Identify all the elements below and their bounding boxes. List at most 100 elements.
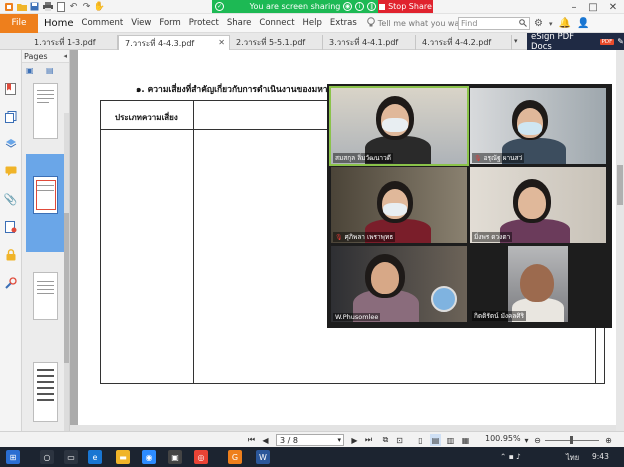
notification-bell-icon[interactable]: 🔔 <box>558 18 570 29</box>
video-tile[interactable]: สมสกุล ลิ่มวัฒนาวดี <box>329 86 469 166</box>
video-tile[interactable]: 🎙 อรุณัฐ ผานสว่ <box>470 88 606 164</box>
screen-share-status-text: You are screen sharing <box>249 2 341 11</box>
video-tile[interactable]: 🎙 ศุภิพลา เพราพุทธ <box>331 167 467 243</box>
zoom-slider-knob[interactable] <box>570 436 573 444</box>
dropdown-icon[interactable]: ▾ <box>549 20 553 28</box>
video-tile[interactable]: W.Phusomlee <box>331 246 467 322</box>
tab-document-active[interactable]: 7.วาระที่ 4-4.3.pdf ✕ <box>118 35 230 50</box>
share-pause-icon[interactable]: ∥ <box>367 2 376 11</box>
menu-home[interactable]: Home <box>40 18 78 29</box>
tab-label: 2.วาระที่ 5-5.1.pdf <box>236 38 306 47</box>
menu-extras[interactable]: Extras <box>326 18 361 28</box>
task-view-icon[interactable]: ▭ <box>64 450 78 464</box>
page-thumbnail[interactable] <box>33 272 58 320</box>
page-number-input[interactable]: 3 / 8 ▾ <box>276 434 344 446</box>
participant-name: สมสกุล ลิ่มวัฒนาวดี <box>333 153 393 163</box>
word-app-icon[interactable]: W <box>256 450 270 464</box>
share-info-icon[interactable]: i <box>355 2 364 11</box>
single-page-view-icon[interactable]: ▯ <box>415 434 426 446</box>
bookmark-panel-icon[interactable] <box>3 82 18 96</box>
thumbnail-delete-icon[interactable]: ▤ <box>46 66 54 75</box>
zoom-in-icon[interactable]: ⊕ <box>603 434 614 446</box>
screen-share-status[interactable]: ✓ You are screen sharing ◉ i ∥ <box>212 0 378 13</box>
page-thumbnail[interactable] <box>33 362 58 422</box>
zoom-dropdown-icon[interactable]: ▾ <box>521 434 532 446</box>
continuous-facing-view-icon[interactable]: ▦ <box>460 434 471 446</box>
tab-document-1[interactable]: 1.วาระที่ 1-3.pdf <box>28 35 118 50</box>
account-icon[interactable]: 👤 <box>577 18 589 29</box>
chrome-browser-icon[interactable]: ◎ <box>194 450 208 464</box>
thumbnail-options-icon[interactable]: ▣ <box>26 66 34 75</box>
page-thumbnail[interactable] <box>33 83 58 139</box>
page-thumbnail-current[interactable] <box>33 176 58 214</box>
menu-connect[interactable]: Connect <box>255 18 298 28</box>
pages-scrollbar-thumb[interactable] <box>64 213 69 363</box>
layers-icon[interactable] <box>3 136 18 150</box>
security-lock-icon[interactable] <box>3 248 18 262</box>
tab-document-2[interactable]: 2.วาระที่ 5-5.1.pdf <box>230 35 323 50</box>
menu-share[interactable]: Share <box>223 18 256 28</box>
menu-comment[interactable]: Comment <box>78 18 128 28</box>
edge-browser-icon[interactable]: e <box>88 450 102 464</box>
print-icon[interactable] <box>42 1 53 12</box>
attachment-icon[interactable]: 📎 <box>3 192 18 206</box>
pages-panel-icon[interactable] <box>3 110 18 124</box>
pages-panel-header: Pages ◂ <box>22 50 69 63</box>
tab-list-dropdown-icon[interactable]: ▾ <box>514 37 518 45</box>
video-tile[interactable]: มิ่งพร ดวงตา <box>470 167 606 243</box>
stop-share-label: Stop Share <box>388 2 432 11</box>
open-folder-icon[interactable] <box>16 1 27 12</box>
tools-icon[interactable] <box>3 276 18 290</box>
zoom-app-icon[interactable]: ◉ <box>142 450 156 464</box>
signature-icon[interactable] <box>3 220 18 234</box>
zoom-out-icon[interactable]: ⊖ <box>532 434 543 446</box>
maximize-icon[interactable]: □ <box>584 0 602 14</box>
undo-icon[interactable]: ↶ <box>68 1 79 12</box>
settings-icon[interactable]: ⚙ <box>534 18 543 29</box>
foxit-reader-icon[interactable]: G <box>228 450 242 464</box>
app-window-icon[interactable]: ▣ <box>168 450 182 464</box>
clock-time[interactable]: 9:43 <box>592 452 609 461</box>
search-taskbar-icon[interactable]: ○ <box>40 450 54 464</box>
windows-start-icon[interactable]: ⊞ <box>6 450 20 464</box>
facing-view-icon[interactable]: ▥ <box>445 434 456 446</box>
save-icon[interactable] <box>29 1 40 12</box>
hand-tool-icon[interactable]: ✋ <box>94 1 105 12</box>
share-settings-icon[interactable]: ◉ <box>343 2 352 11</box>
menu-help[interactable]: Help <box>299 18 326 28</box>
participant-name: W.Phusomlee <box>333 313 381 321</box>
search-icon[interactable] <box>519 18 527 29</box>
page-icon[interactable] <box>55 1 66 12</box>
menu-protect[interactable]: Protect <box>185 18 223 28</box>
stop-share-button[interactable]: Stop Share <box>378 0 433 13</box>
collapse-panel-icon[interactable]: ◂ <box>63 52 69 60</box>
file-menu-button[interactable]: File <box>0 13 38 33</box>
comments-icon[interactable] <box>3 164 18 178</box>
document-scrollbar-thumb[interactable] <box>617 165 623 205</box>
previous-page-icon[interactable]: ◀ <box>260 434 271 446</box>
pdf-badge: PDF <box>599 38 615 45</box>
tray-icons[interactable]: ⌃ ▪ ♪ <box>500 452 521 461</box>
menu-view[interactable]: View <box>127 18 155 28</box>
redo-icon[interactable]: ↷ <box>81 1 92 12</box>
tab-document-4[interactable]: 4.วาระที่ 4-4.2.pdf <box>416 35 512 50</box>
chevron-down-icon[interactable]: ▾ <box>337 436 341 444</box>
file-explorer-icon[interactable]: ▬ <box>116 450 130 464</box>
document-vertical-scrollbar[interactable] <box>616 50 624 431</box>
pages-scrollbar[interactable] <box>64 113 69 431</box>
menu-form[interactable]: Form <box>155 18 184 28</box>
input-language[interactable]: ไทย <box>566 452 579 464</box>
close-window-icon[interactable]: ✕ <box>604 0 622 14</box>
esign-pdf-docs-button[interactable]: eSign PDF Docs PDF ✎ <box>527 32 624 52</box>
tab-document-3[interactable]: 3.วาระที่ 4-4.1.pdf <box>323 35 416 50</box>
minimize-icon[interactable]: – <box>565 0 583 14</box>
first-page-icon[interactable]: ⏮ <box>246 434 257 446</box>
next-page-icon[interactable]: ▶ <box>349 434 360 446</box>
video-tile[interactable]: กิตติรัตน์ มังคลศิริ <box>470 246 606 322</box>
continuous-view-icon[interactable]: ▤ <box>430 434 441 446</box>
last-page-icon[interactable]: ⏭ <box>363 434 374 446</box>
rotate-view-icon[interactable]: ⧉ <box>380 434 391 446</box>
find-input[interactable]: Find <box>458 17 530 30</box>
fit-page-icon[interactable]: ⊡ <box>394 434 405 446</box>
close-tab-icon[interactable]: ✕ <box>218 38 225 47</box>
